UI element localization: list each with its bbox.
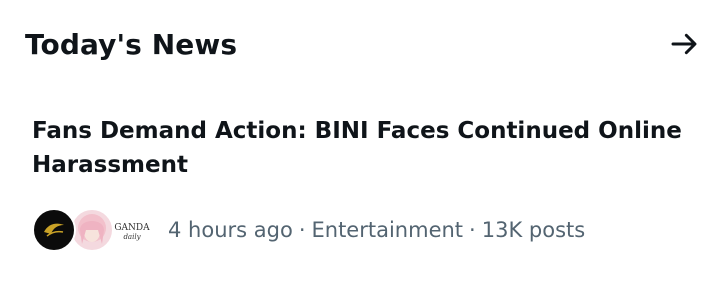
see-more-button[interactable]: [667, 26, 703, 62]
story-meta-text: 4 hours ago · Entertainment · 13K posts: [168, 218, 585, 242]
ganda-daily-logo-avatar: GANDA daily: [108, 208, 152, 252]
section-title: Today's News: [25, 27, 238, 61]
story-category: Entertainment: [311, 218, 464, 242]
story-time: 4 hours ago: [168, 218, 293, 242]
section-header: Today's News: [25, 24, 697, 64]
story-headline: Fans Demand Action: BINI Faces Continued…: [32, 118, 682, 178]
pink-hair-person-avatar: [70, 208, 114, 252]
news-story[interactable]: Fans Demand Action: BINI Faces Continued…: [32, 114, 682, 182]
todays-news-card: Today's News Fans Demand Action: BINI Fa…: [0, 0, 720, 284]
story-meta: GANDA daily 4 hours ago · Entertainment · 13…: [32, 206, 585, 254]
separator: ·: [298, 218, 306, 242]
publisher-logo-avatar: [32, 208, 76, 252]
arrow-right-icon: [671, 33, 697, 55]
story-post-count: 13K posts: [481, 218, 586, 242]
separator: ·: [469, 218, 476, 242]
source-avatars: GANDA daily: [32, 206, 154, 254]
